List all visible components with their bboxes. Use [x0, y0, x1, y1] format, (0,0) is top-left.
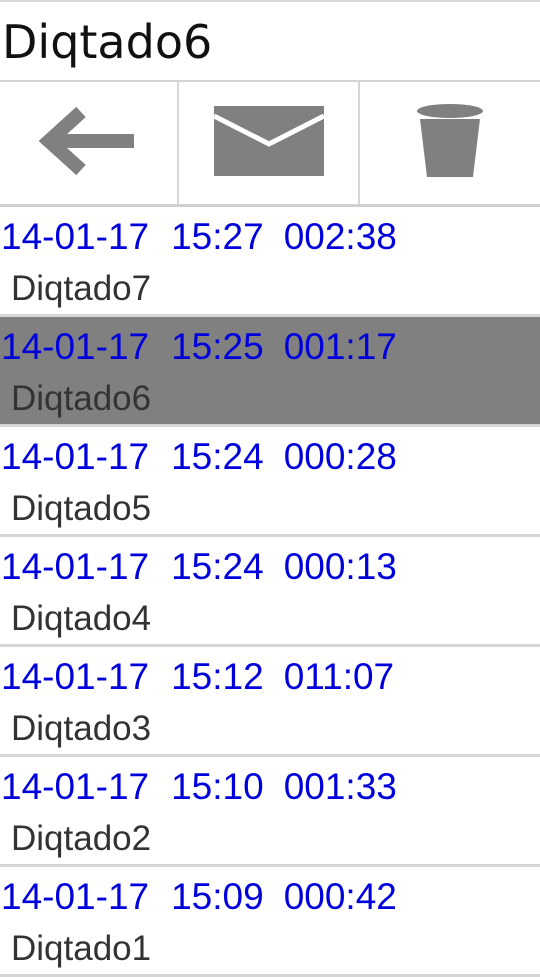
- recording-name: Diqtado1: [11, 929, 152, 968]
- recording-duration: 000:28: [283, 436, 397, 477]
- recording-time: 15:24: [171, 436, 264, 477]
- recording-date: 14-01-17: [1, 216, 150, 257]
- recording-row[interactable]: 14-01-17 15:12 011:07 Diqtado3: [0, 647, 540, 757]
- recording-row[interactable]: 14-01-17 15:24 000:28 Diqtado5: [0, 427, 540, 537]
- recording-meta: 14-01-17 15:10 001:33: [1, 765, 397, 809]
- recording-name: Diqtado7: [11, 269, 152, 308]
- recording-meta: 14-01-17 15:25 001:17: [1, 325, 397, 369]
- recording-duration: 000:13: [283, 546, 397, 587]
- recording-time: 15:27: [171, 216, 264, 257]
- recordings-list[interactable]: 14-01-17 15:27 002:38 Diqtado7 14-01-17 15:25…: [0, 207, 540, 977]
- recording-meta: 14-01-17 15:24 000:28: [1, 435, 397, 479]
- recording-row[interactable]: 14-01-17 15:10 001:33 Diqtado2: [0, 757, 540, 867]
- mail-button[interactable]: [179, 82, 360, 204]
- delete-button[interactable]: [360, 82, 540, 204]
- page-title: Diqtado6: [2, 15, 213, 69]
- recording-time: 15:10: [171, 766, 264, 807]
- recording-duration: 001:17: [283, 326, 397, 367]
- recording-time: 15:12: [171, 656, 264, 697]
- recording-row[interactable]: 14-01-17 15:24 000:13 Diqtado4: [0, 537, 540, 647]
- arrow-left-icon: [38, 106, 139, 180]
- back-button[interactable]: [0, 82, 179, 204]
- recording-row[interactable]: 14-01-17 15:25 001:17 Diqtado6: [0, 317, 540, 427]
- recording-duration: 000:42: [283, 876, 397, 917]
- recording-time: 15:25: [171, 326, 264, 367]
- recording-date: 14-01-17: [1, 436, 150, 477]
- recording-name: Diqtado2: [11, 819, 152, 858]
- trash-icon: [415, 103, 485, 183]
- recording-date: 14-01-17: [1, 876, 150, 917]
- toolbar: [0, 82, 540, 204]
- recording-duration: 002:38: [283, 216, 397, 257]
- recording-meta: 14-01-17 15:12 011:07: [1, 655, 394, 699]
- recording-meta: 14-01-17 15:24 000:13: [1, 545, 397, 589]
- recording-date: 14-01-17: [1, 656, 150, 697]
- mail-icon: [212, 104, 325, 182]
- recording-name: Diqtado6: [11, 379, 152, 418]
- title-bar: Diqtado6: [0, 0, 540, 82]
- recording-row[interactable]: 14-01-17 15:09 000:42 Diqtado1: [0, 867, 540, 977]
- recording-name: Diqtado4: [11, 599, 152, 638]
- recording-row[interactable]: 14-01-17 15:27 002:38 Diqtado7: [0, 207, 540, 317]
- recording-date: 14-01-17: [1, 326, 150, 367]
- recording-duration: 011:07: [283, 656, 395, 697]
- recording-name: Diqtado3: [11, 709, 152, 748]
- recording-name: Diqtado5: [11, 489, 152, 528]
- recording-date: 14-01-17: [1, 546, 150, 587]
- recording-meta: 14-01-17 15:09 000:42: [1, 875, 397, 919]
- recording-date: 14-01-17: [1, 766, 150, 807]
- recording-meta: 14-01-17 15:27 002:38: [1, 215, 397, 259]
- recording-duration: 001:33: [283, 766, 397, 807]
- recording-time: 15:24: [171, 546, 264, 587]
- recording-time: 15:09: [171, 876, 264, 917]
